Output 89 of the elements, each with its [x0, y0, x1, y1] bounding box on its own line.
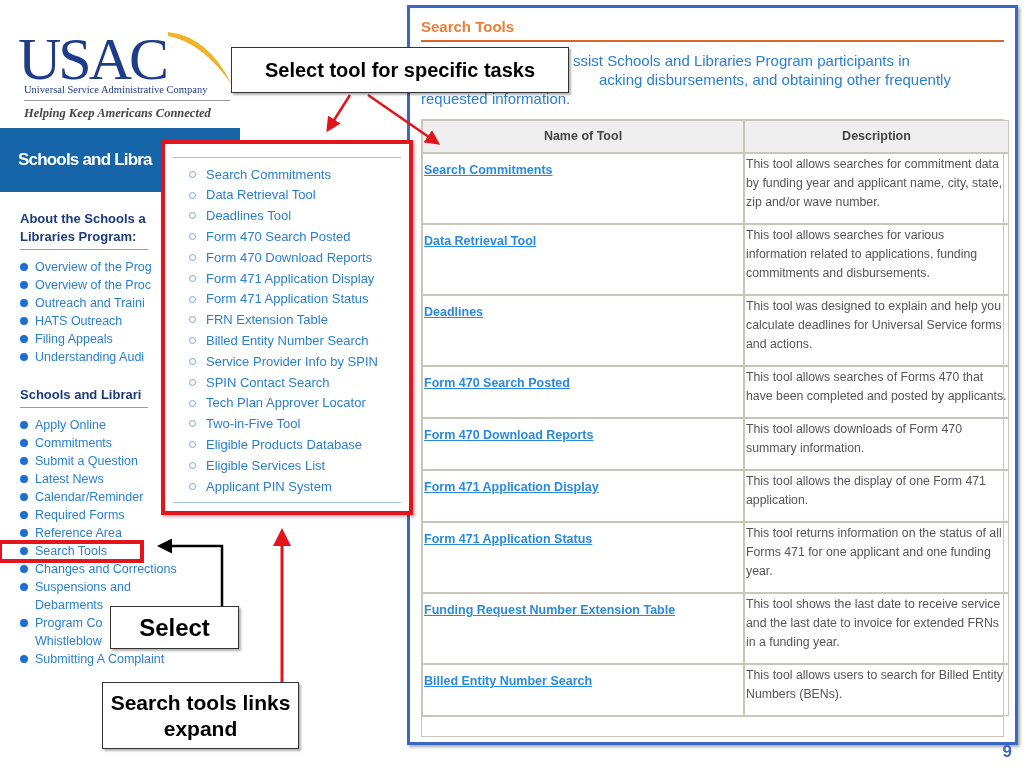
- sidebar-link[interactable]: Overview of the Proc: [35, 276, 151, 294]
- tool-link[interactable]: Form 471 Application Display: [424, 480, 599, 494]
- tool-description: This tool returns information on the status of all Forms 471 for one applicant and one funding year.: [746, 525, 1003, 580]
- sidebar-link[interactable]: HATS Outreach: [35, 312, 123, 330]
- sidebar-link[interactable]: Changes and Corrections: [35, 560, 177, 578]
- tool-link[interactable]: Search Commitments: [424, 163, 553, 177]
- bullet-icon: [20, 263, 28, 271]
- sidebar-link[interactable]: Program Co: [35, 614, 103, 632]
- tool-link[interactable]: Funding Request Number Extension Table: [424, 603, 676, 617]
- menu-link[interactable]: Form 470 Search Posted: [206, 227, 351, 247]
- menu-link[interactable]: Form 471 Application Display: [206, 268, 375, 289]
- section-heading: About the Schools a: [20, 210, 146, 228]
- sidebar-link[interactable]: Search Tools: [35, 542, 108, 560]
- intro-text: acking disbursements, and obtaining other frequently: [599, 70, 952, 89]
- bullet-icon: [20, 511, 28, 519]
- sidebar-link[interactable]: Whistleblow: [35, 632, 103, 650]
- sidebar-link[interactable]: Overview of the Prog: [35, 258, 152, 276]
- tool-description: This tool allows searches for various information related to applications, funding commitments and disbursements.: [746, 227, 979, 282]
- bullet-icon: [20, 475, 28, 483]
- tool-description: This tool allows the display of one Form 471 application.: [746, 473, 987, 509]
- intro-text: ssist Schools and Libraries Program participants in: [573, 51, 911, 70]
- sidebar-link[interactable]: Apply Online: [35, 416, 106, 434]
- sidebar-link[interactable]: Submit a Question: [35, 452, 138, 470]
- slide-number: 9: [1002, 740, 1012, 763]
- callout-box: Select: [110, 606, 239, 649]
- menu-link[interactable]: Search Commitments: [206, 164, 331, 185]
- sidebar-link[interactable]: Suspensions and: [35, 578, 131, 596]
- bullet-icon: [20, 353, 28, 361]
- tool-link[interactable]: Form 470 Search Posted: [424, 376, 570, 390]
- bullet-icon: [20, 565, 28, 573]
- column-header: Description: [842, 128, 911, 146]
- sidebar-link[interactable]: Filing Appeals: [35, 330, 113, 348]
- sidebar-link[interactable]: Latest News: [35, 470, 104, 488]
- column-header: Name of Tool: [543, 128, 623, 146]
- tool-description: This tool allows downloads of Form 470 summary information.: [746, 421, 963, 457]
- tool-description: This tool allows searches for commitment data by funding year and applicant name, city, state, zip and/or wave number.: [746, 156, 1004, 211]
- menu-link[interactable]: Form 470 Download Reports: [206, 247, 373, 268]
- tool-link[interactable]: Billed Entity Number Search: [424, 674, 593, 688]
- sidebar-link[interactable]: Calendar/Reminder: [35, 488, 144, 506]
- swoosh-icon: [168, 30, 234, 86]
- page-title: Search Tools: [421, 17, 516, 37]
- callout-box: Select tool for specific tasks: [231, 47, 569, 93]
- menu-link[interactable]: FRN Extension Table: [206, 310, 328, 330]
- menu-link[interactable]: Tech Plan Approver Locator: [206, 393, 366, 413]
- bullet-icon: [20, 439, 28, 447]
- tool-link[interactable]: Deadlines: [424, 305, 484, 319]
- menu-link[interactable]: Deadlines Tool: [206, 206, 292, 226]
- sidebar-link[interactable]: Understanding Audi: [35, 348, 145, 366]
- tool-link[interactable]: Form 470 Download Reports: [424, 428, 594, 442]
- tool-link[interactable]: Form 471 Application Status: [424, 532, 593, 546]
- menu-link[interactable]: Eligible Products Database: [206, 435, 363, 455]
- bullet-icon: [20, 529, 28, 537]
- tool-description: This tool allows users to search for Billed Entity Numbers (BENs).: [746, 667, 1004, 703]
- bullet-icon: [20, 299, 28, 307]
- menu-link[interactable]: Form 471 Application Status: [206, 289, 369, 309]
- bullet-icon: [20, 547, 28, 555]
- menu-link[interactable]: Applicant PIN System: [206, 476, 332, 497]
- callout-box: Search tools links expand: [102, 682, 299, 749]
- tool-description: This tool was designed to explain and help you calculate deadlines for Universal Service forms and actions.: [746, 298, 1003, 353]
- section-heading: Libraries Program:: [20, 228, 137, 246]
- sidebar-link[interactable]: Reference Area: [35, 524, 122, 542]
- logo-wordmark: USAC: [18, 34, 167, 84]
- bullet-icon: [20, 655, 28, 663]
- sidebar-link[interactable]: Required Forms: [35, 506, 125, 524]
- tool-description: This tool allows searches of Forms 470 that have been completed and posted by applicants.: [746, 369, 1007, 405]
- bullet-icon: [20, 493, 28, 501]
- bullet-icon: [20, 583, 28, 591]
- menu-link[interactable]: SPIN Contact Search: [206, 372, 330, 393]
- section-heading: Schools and Librari: [20, 386, 142, 404]
- tool-description: This tool shows the last date to receive service and the last date to invoice for extended FRNs in a funding year.: [746, 596, 1002, 651]
- menu-link[interactable]: Data Retrieval Tool: [206, 185, 316, 205]
- banner-title: Schools and Libra: [18, 149, 152, 172]
- bullet-icon: [20, 421, 28, 429]
- menu-link[interactable]: Billed Entity Number Search: [206, 331, 369, 351]
- sidebar-link[interactable]: Commitments: [35, 434, 113, 452]
- sidebar-link[interactable]: Outreach and Traini: [35, 294, 145, 312]
- menu-link[interactable]: Two-in-Five Tool: [206, 414, 301, 434]
- tagline: Helping Keep Americans Connected: [24, 105, 211, 122]
- menu-link[interactable]: Service Provider Info by SPIN: [206, 351, 378, 372]
- bullet-icon: [20, 335, 28, 343]
- company-name: Universal Service Administrative Company: [24, 83, 208, 97]
- bullet-icon: [20, 317, 28, 325]
- callout-arrow: [326, 94, 352, 133]
- tool-link[interactable]: Data Retrieval Tool: [424, 234, 537, 248]
- sidebar-link[interactable]: Submitting A Complaint: [35, 650, 165, 668]
- bullet-icon: [20, 619, 28, 627]
- menu-link[interactable]: Eligible Services List: [206, 455, 326, 476]
- bullet-icon: [20, 457, 28, 465]
- bullet-icon: [20, 281, 28, 289]
